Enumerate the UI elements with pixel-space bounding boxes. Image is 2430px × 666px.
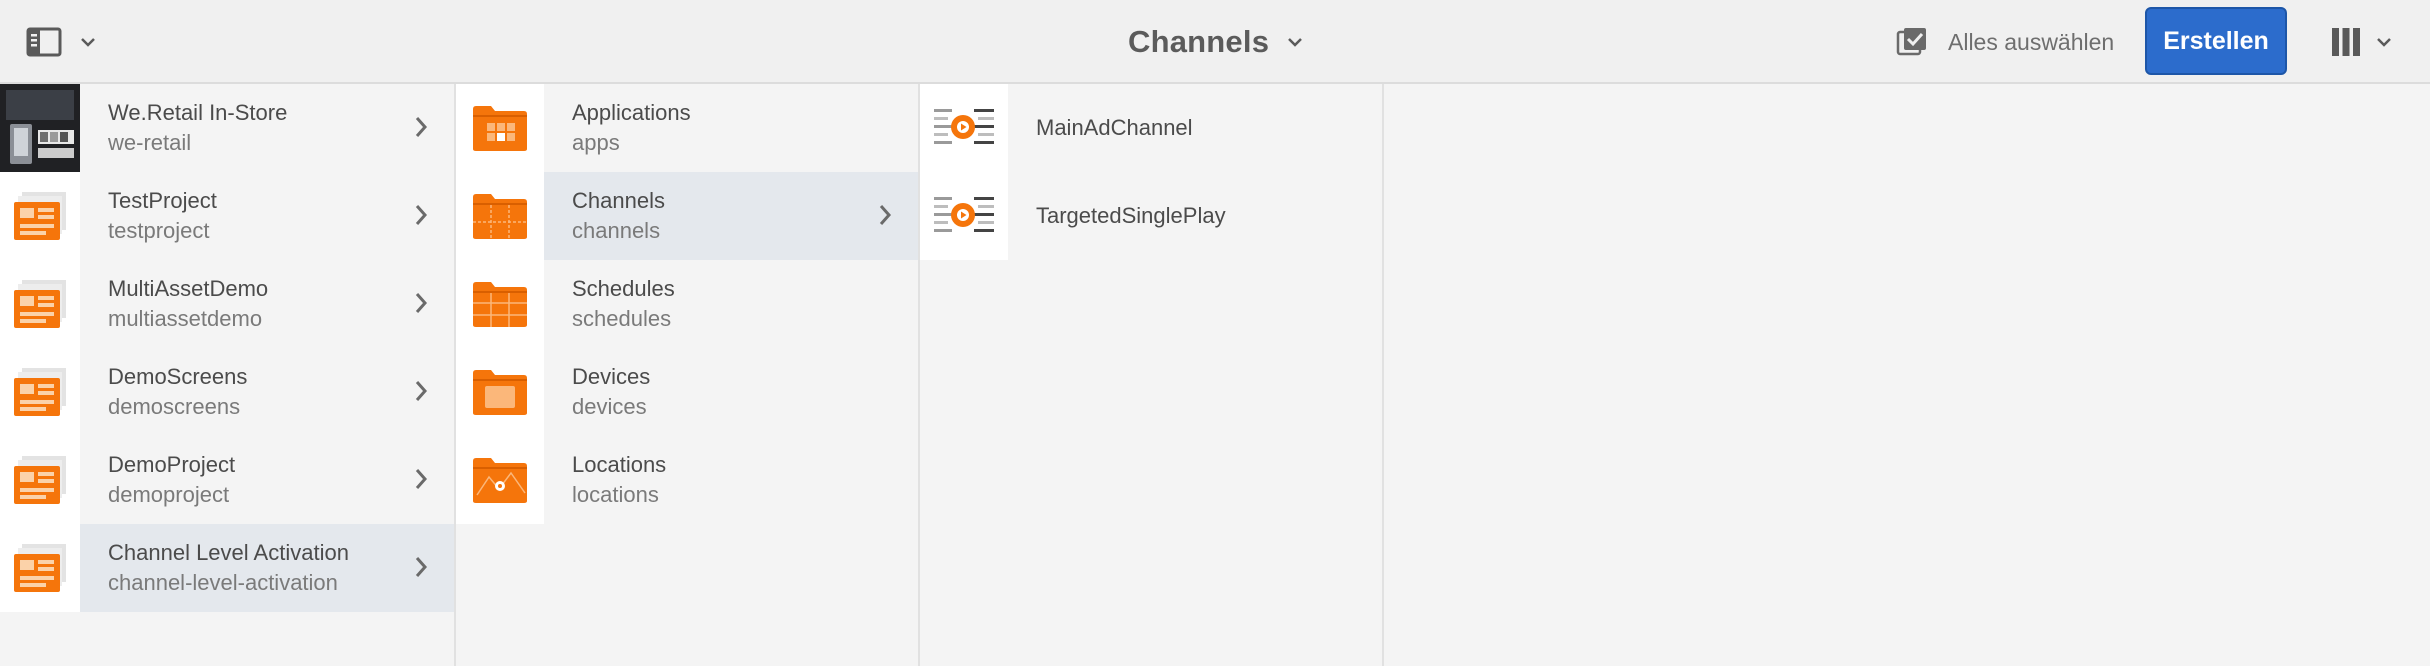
page-title: Channels (1128, 24, 1270, 59)
column-view-icon (2332, 28, 2360, 56)
list-item-mainadchannel[interactable]: MainAdChannel (920, 84, 1382, 172)
projects-column: We.Retail In-Store we-retail TestProject… (0, 84, 456, 666)
schedules-folder-icon (456, 260, 544, 348)
top-bar: Channels Alles auswählen Erstellen (0, 0, 2430, 84)
chevron-down-icon (1288, 38, 1303, 47)
select-all-label: Alles auswählen (1948, 28, 2115, 55)
channel-icon (920, 84, 1008, 172)
item-path: demoscreens (108, 394, 241, 419)
chevron-down-icon (2377, 38, 2391, 47)
list-item-we-retail[interactable]: We.Retail In-Store we-retail (0, 84, 454, 172)
list-item-testproject[interactable]: TestProject testproject (0, 172, 454, 260)
screens-project-icon (0, 436, 80, 524)
create-button[interactable]: Erstellen (2145, 7, 2287, 75)
rail-toggle-button[interactable] (26, 22, 106, 62)
devices-folder-icon (456, 348, 544, 436)
chevron-right-icon (879, 205, 892, 225)
chevron-down-icon (81, 38, 95, 47)
page-title-dropdown[interactable]: Channels (1128, 20, 1303, 64)
item-name: Channel Level Activation (108, 540, 349, 565)
list-item-applications[interactable]: Applications apps (456, 84, 918, 172)
chevron-right-icon (415, 293, 428, 313)
list-item-demoproject[interactable]: DemoProject demoproject (0, 436, 454, 524)
photo-thumbnail (0, 84, 80, 172)
item-name: Applications (572, 100, 691, 125)
item-name: TargetedSinglePlay (1036, 203, 1226, 228)
locations-folder-icon (456, 436, 544, 524)
item-name: MultiAssetDemo (108, 276, 269, 301)
list-item-targetedsingleplay[interactable]: TargetedSinglePlay (920, 172, 1382, 260)
item-path: schedules (572, 306, 672, 331)
folders-column: Applications apps Channels channels Sche… (456, 84, 920, 666)
item-name: We.Retail In-Store (108, 100, 288, 125)
item-name: Devices (572, 364, 651, 389)
select-all-checkbox-icon (1896, 28, 1926, 56)
item-name: DemoScreens (108, 364, 248, 389)
item-path: channels (572, 218, 661, 243)
item-path: apps (572, 130, 620, 155)
item-name: MainAdChannel (1036, 115, 1193, 140)
channel-icon (920, 172, 1008, 260)
list-item-channels[interactable]: Channels channels (456, 172, 918, 260)
item-path: channel-level-activation (108, 570, 338, 595)
item-path: testproject (108, 218, 210, 243)
channels-folder-icon (456, 172, 544, 260)
empty-column (1384, 84, 2430, 666)
list-item-channel-level-activation[interactable]: Channel Level Activation channel-level-a… (0, 524, 454, 612)
list-item-locations[interactable]: Locations locations (456, 436, 918, 524)
item-name: Channels (572, 188, 665, 213)
list-item-multiassetdemo[interactable]: MultiAssetDemo multiassetdemo (0, 260, 454, 348)
chevron-right-icon (415, 381, 428, 401)
chevron-right-icon (415, 117, 428, 137)
view-switcher-button[interactable] (2330, 22, 2392, 62)
list-item-devices[interactable]: Devices devices (456, 348, 918, 436)
item-path: multiassetdemo (108, 306, 263, 331)
chevron-right-icon (415, 557, 428, 577)
chevron-right-icon (415, 205, 428, 225)
applications-folder-icon (456, 84, 544, 172)
item-path: devices (572, 394, 647, 419)
screens-project-icon (0, 524, 80, 612)
select-all-button[interactable]: Alles auswählen (1896, 22, 2114, 62)
chevron-right-icon (415, 469, 428, 489)
sidebar-toggle-icon (26, 27, 62, 57)
item-path: locations (572, 482, 659, 507)
item-name: Locations (572, 452, 667, 477)
item-path: demoproject (108, 482, 230, 507)
screens-project-icon (0, 260, 80, 348)
screens-project-icon (0, 348, 80, 436)
list-item-schedules[interactable]: Schedules schedules (456, 260, 918, 348)
list-item-demoscreens[interactable]: DemoScreens demoscreens (0, 348, 454, 436)
item-name: TestProject (108, 188, 217, 213)
item-name: DemoProject (108, 452, 236, 477)
screens-project-icon (0, 172, 80, 260)
item-name: Schedules (572, 276, 675, 301)
item-path: we-retail (108, 130, 192, 155)
channels-column: MainAdChannel TargetedSinglePlay (920, 84, 1384, 666)
